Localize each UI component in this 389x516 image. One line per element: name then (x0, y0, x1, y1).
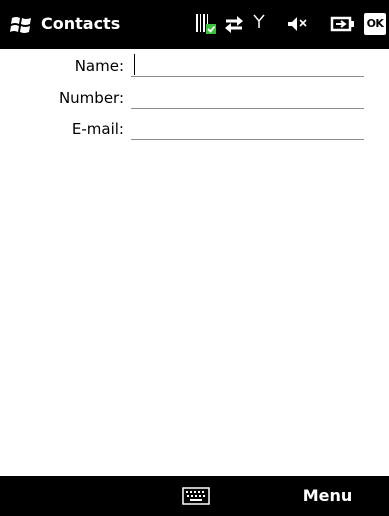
ok-button[interactable]: OK (364, 13, 386, 35)
barcode-scanner-icon[interactable] (195, 12, 217, 36)
name-row: Name: (0, 53, 389, 81)
menu-softkey[interactable]: Menu (266, 476, 389, 516)
windows-start-icon[interactable] (10, 14, 32, 36)
text-cursor (134, 54, 135, 75)
softkey-bar: Menu (0, 476, 389, 516)
name-label: Name: (74, 57, 124, 75)
signal-icon[interactable] (253, 12, 265, 36)
title-bar: Contacts OK (0, 0, 389, 49)
number-row: Number: (0, 85, 389, 113)
battery-charging-icon[interactable] (330, 12, 356, 36)
number-field[interactable] (131, 85, 364, 109)
number-label: Number: (58, 89, 124, 107)
keyboard-icon[interactable] (182, 487, 210, 505)
email-row: E-mail: (0, 116, 389, 144)
name-field[interactable] (131, 53, 364, 77)
app-title[interactable]: Contacts (41, 13, 120, 35)
email-field[interactable] (131, 116, 364, 140)
volume-muted-icon[interactable] (285, 12, 309, 36)
connectivity-icon[interactable] (222, 12, 246, 36)
email-label: E-mail: (71, 120, 124, 138)
